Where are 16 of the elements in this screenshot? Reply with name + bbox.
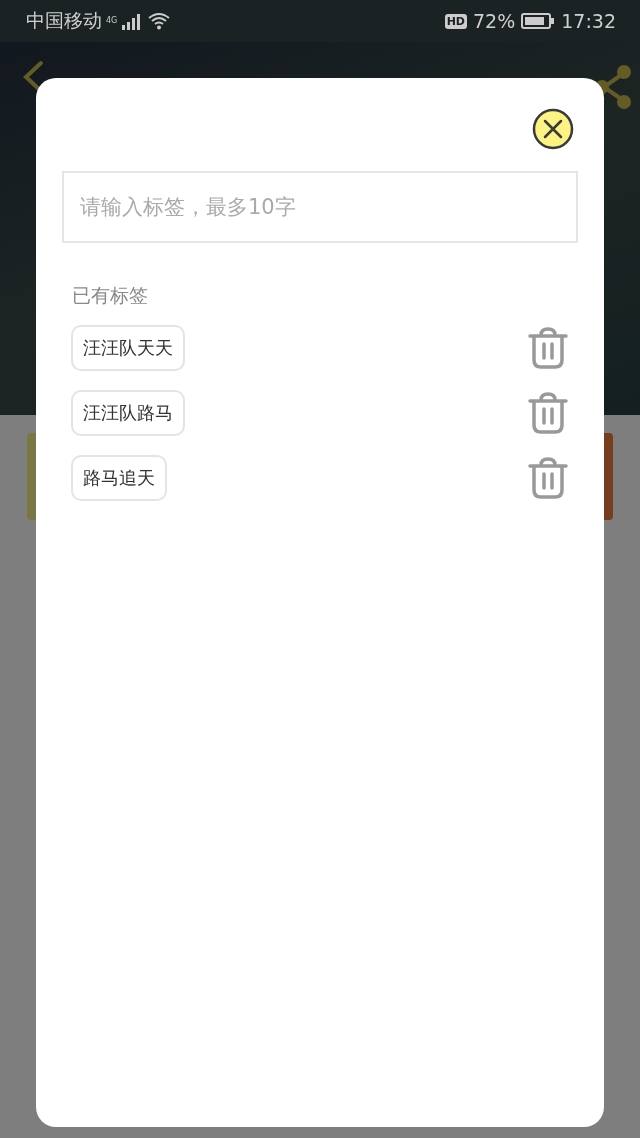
trash-icon[interactable] xyxy=(528,457,568,499)
section-title: 已有标签 xyxy=(72,283,149,308)
tag-chip[interactable]: 路马追天 xyxy=(71,455,167,501)
clock-time: 17:32 xyxy=(561,10,616,32)
hd-badge: HD xyxy=(444,13,467,29)
carrier-name: 中国移动 xyxy=(26,8,102,33)
tag-input-field[interactable]: 请输入标签，最多10字 xyxy=(62,171,578,243)
close-icon[interactable] xyxy=(532,108,574,150)
battery-percent: 72% xyxy=(473,10,516,32)
network-type: 4G xyxy=(106,16,118,25)
trash-icon[interactable] xyxy=(528,392,568,434)
wifi-icon xyxy=(147,12,172,30)
tag-chip[interactable]: 汪汪队天天 xyxy=(71,325,185,371)
tag-chip[interactable]: 汪汪队路马 xyxy=(71,390,185,436)
battery-icon xyxy=(521,13,556,29)
trash-icon[interactable] xyxy=(528,327,568,369)
